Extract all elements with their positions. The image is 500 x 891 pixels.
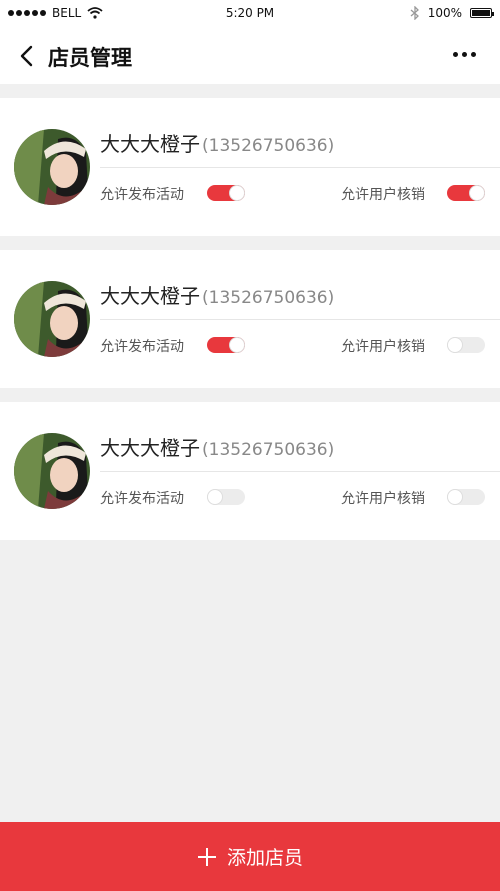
nav-bar: 店员管理 [0,28,500,84]
staff-name-line: 大大大橙子 (13526750636) [100,432,334,461]
battery-percent: 100% [427,6,462,20]
avatar [14,129,90,205]
staff-name-line: 大大大橙子 (13526750636) [100,128,334,157]
bluetooth-icon [410,6,419,20]
perm-verify-label: 允许用户核销 [341,491,425,507]
chevron-left-icon[interactable] [14,42,42,70]
page-title: 店员管理 [48,46,132,70]
add-staff-label: 添加店员 [226,847,303,869]
perm-verify-toggle[interactable] [447,489,485,505]
staff-name: 大大大橙子 [100,436,200,460]
divider [100,319,500,320]
perm-publish-toggle[interactable] [207,337,245,353]
divider [100,167,500,168]
perm-verify-label: 允许用户核销 [341,339,425,355]
staff-card: 大大大橙子 (13526750636) 允许发布活动 允许用户核销 [0,98,500,236]
perm-verify-toggle[interactable] [447,185,485,201]
plus-icon [197,847,217,867]
avatar [14,281,90,357]
perm-publish-toggle[interactable] [207,185,245,201]
perm-publish-label: 允许发布活动 [100,187,184,203]
avatar [14,433,90,509]
staff-card: 大大大橙子 (13526750636) 允许发布活动 允许用户核销 [0,250,500,388]
staff-name: 大大大橙子 [100,132,200,156]
staff-phone: (13526750636) [202,288,335,308]
staff-phone: (13526750636) [202,136,335,156]
more-dots-icon[interactable] [453,52,476,57]
add-staff-button[interactable]: 添加店员 [0,822,500,891]
staff-name-line: 大大大橙子 (13526750636) [100,280,334,309]
perm-publish-label: 允许发布活动 [100,491,184,507]
perm-publish-label: 允许发布活动 [100,339,184,355]
staff-card: 大大大橙子 (13526750636) 允许发布活动 允许用户核销 [0,402,500,540]
divider [100,471,500,472]
battery-icon [470,8,494,18]
perm-verify-toggle[interactable] [447,337,485,353]
staff-name: 大大大橙子 [100,284,200,308]
status-bar: BELL 5:20 PM 100% [0,0,500,28]
perm-verify-label: 允许用户核销 [341,187,425,203]
staff-phone: (13526750636) [202,440,335,460]
status-right: 100% [410,6,494,20]
perm-publish-toggle[interactable] [207,489,245,505]
